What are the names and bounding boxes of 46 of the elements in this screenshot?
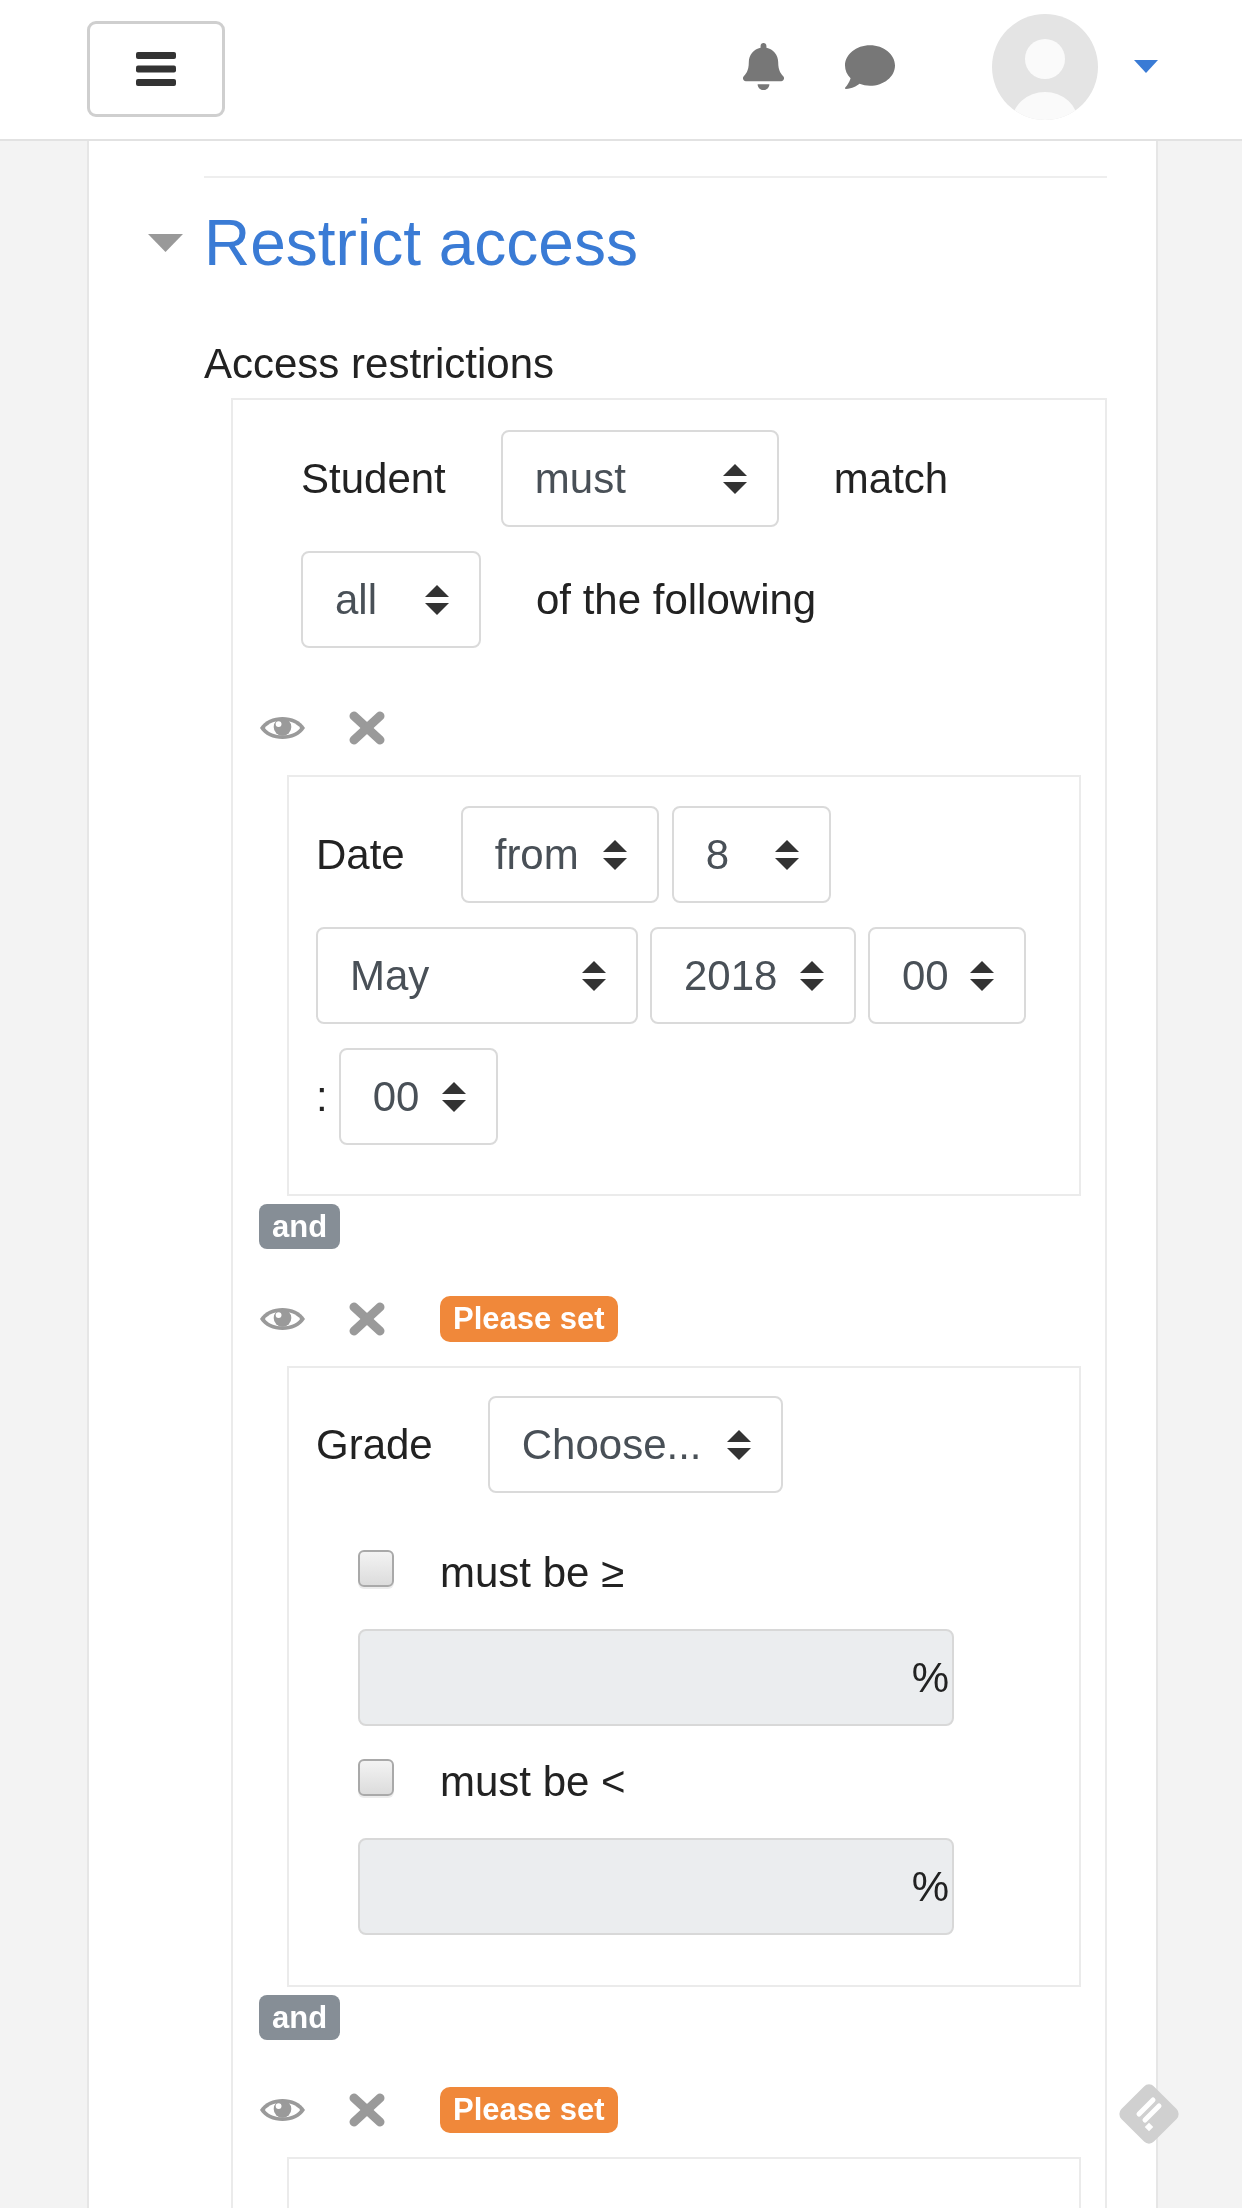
dropdown[interactable]: 8 <box>671 806 831 903</box>
sort-arrows-icon <box>774 839 799 870</box>
bell-icon[interactable] <box>740 43 787 90</box>
match-prefix: Student <box>301 454 446 503</box>
checkbox[interactable] <box>358 1759 394 1796</box>
dropdown[interactable]: May <box>316 927 638 1024</box>
dropdown[interactable]: 00 <box>868 927 1026 1024</box>
menu-button[interactable] <box>87 20 225 117</box>
checkbox-label: must be ≥ <box>440 1549 625 1597</box>
time-separator: : <box>316 1072 328 1121</box>
scope-suffix: of the following <box>536 575 817 624</box>
checkbox[interactable] <box>358 1550 394 1587</box>
delete-icon[interactable] <box>349 2093 385 2127</box>
dropdown[interactable]: 2018 <box>650 927 856 1024</box>
sort-arrows-icon <box>582 960 606 991</box>
unit-label: % <box>911 1653 949 1702</box>
field-label: Access restrictions <box>204 340 556 388</box>
condition-label: Grade <box>316 1420 433 1469</box>
and-badge: and <box>259 1995 341 2040</box>
section-title[interactable]: Restrict access <box>204 206 638 280</box>
sort-arrows-icon <box>726 1429 751 1460</box>
match-suffix: match <box>833 454 949 503</box>
input-field[interactable]: % <box>358 1629 954 1726</box>
sort-arrows-icon <box>970 960 994 991</box>
dropdown[interactable]: all <box>301 551 481 648</box>
sort-arrows-icon <box>425 584 449 615</box>
menu-icon <box>136 51 176 86</box>
sort-arrows-icon <box>722 463 747 494</box>
sort-arrows-icon <box>800 960 824 991</box>
caret-icon[interactable] <box>1134 60 1158 73</box>
caret-icon[interactable] <box>148 234 183 252</box>
dropdown[interactable]: must <box>500 430 779 527</box>
input-field[interactable]: % <box>358 1838 954 1935</box>
warning-badge: Please set <box>440 2087 618 2133</box>
and-badge: and <box>259 1204 341 1249</box>
checkbox-label: must be < <box>440 1758 626 1806</box>
dropdown[interactable]: 00 <box>338 1048 498 1145</box>
dropdown[interactable]: Choose... <box>487 1396 783 1493</box>
warning-badge: Please set <box>440 1296 618 1342</box>
sort-arrows-icon <box>602 839 627 870</box>
unit-label: % <box>911 1862 949 1911</box>
delete-icon[interactable] <box>349 711 385 745</box>
condition-label: Date <box>316 830 405 879</box>
sort-arrows-icon <box>441 1081 466 1112</box>
dropdown[interactable]: from <box>460 806 659 903</box>
delete-icon[interactable] <box>349 1302 385 1336</box>
